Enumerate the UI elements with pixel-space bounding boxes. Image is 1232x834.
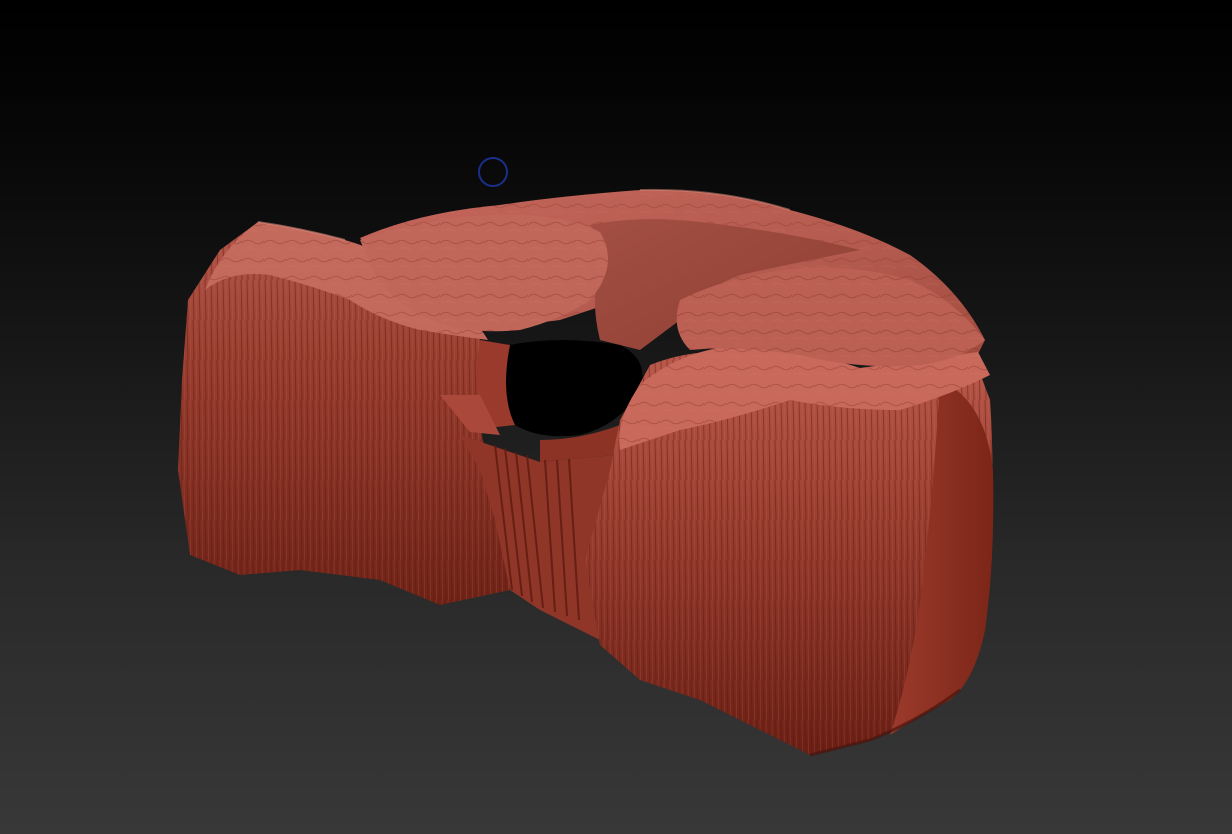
- 3d-viewport[interactable]: [0, 0, 1232, 834]
- terrain-model[interactable]: [0, 0, 1232, 834]
